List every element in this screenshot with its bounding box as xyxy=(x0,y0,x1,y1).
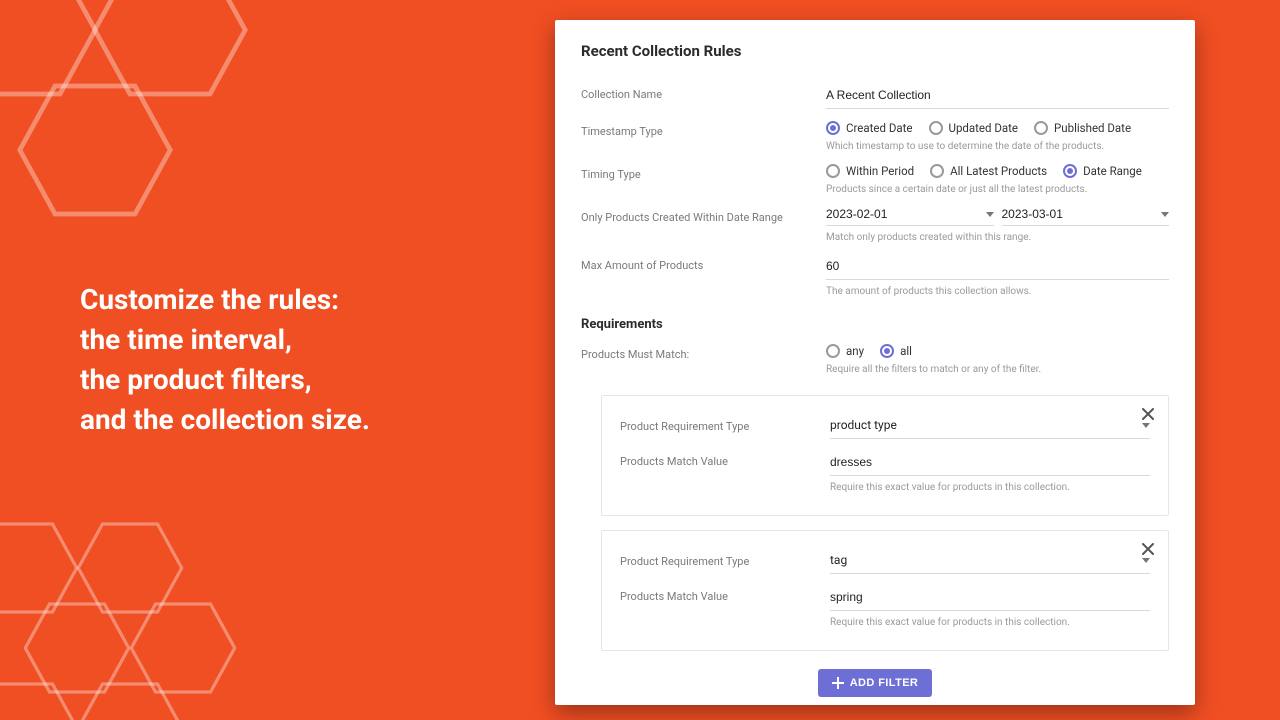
plus-icon xyxy=(832,677,844,689)
filter-value-help: Require this exact value for products in… xyxy=(830,617,1150,628)
radio-dot-icon xyxy=(826,121,840,135)
radio-within-period[interactable]: Within Period xyxy=(826,164,914,178)
filter-value-help: Require this exact value for products in… xyxy=(830,482,1150,493)
date-from-field[interactable] xyxy=(826,207,994,226)
timing-type-radios: Within Period All Latest Products Date R… xyxy=(826,164,1169,178)
radio-published-date[interactable]: Published Date xyxy=(1034,121,1131,135)
close-icon xyxy=(1140,541,1156,557)
chevron-down-icon xyxy=(1142,558,1150,563)
max-products-label: Max Amount of Products xyxy=(581,255,826,272)
timestamp-type-label: Timestamp Type xyxy=(581,121,826,138)
timestamp-type-help: Which timestamp to use to determine the … xyxy=(826,141,1169,152)
collection-name-label: Collection Name xyxy=(581,84,826,101)
collection-name-input[interactable] xyxy=(826,84,1169,109)
promo-line: Customize the rules: xyxy=(80,280,370,320)
panel-title: Recent Collection Rules xyxy=(581,42,1169,60)
promo-line: and the collection size. xyxy=(80,400,370,440)
filter-type-select[interactable]: product type xyxy=(830,416,1150,439)
radio-dot-icon xyxy=(929,121,943,135)
radio-date-range[interactable]: Date Range xyxy=(1063,164,1142,178)
radio-created-date[interactable]: Created Date xyxy=(826,121,913,135)
requirements-title: Requirements xyxy=(581,317,1169,332)
radio-match-all[interactable]: all xyxy=(880,344,912,358)
remove-filter-button[interactable] xyxy=(1140,541,1156,557)
radio-all-latest[interactable]: All Latest Products xyxy=(930,164,1047,178)
filter-type-label: Product Requirement Type xyxy=(620,416,830,433)
promo-line: the product filters, xyxy=(80,360,370,400)
chevron-down-icon xyxy=(1142,423,1150,428)
radio-dot-icon xyxy=(1063,164,1077,178)
radio-dot-icon xyxy=(880,344,894,358)
date-to-field[interactable] xyxy=(1002,207,1170,226)
add-filter-label: ADD FILTER xyxy=(850,677,919,689)
chevron-down-icon xyxy=(986,212,994,217)
radio-dot-icon xyxy=(826,164,840,178)
timestamp-type-radios: Created Date Updated Date Published Date xyxy=(826,121,1169,135)
close-icon xyxy=(1140,406,1156,422)
promo-line: the time interval, xyxy=(80,320,370,360)
filter-type-select[interactable]: tag xyxy=(830,551,1150,574)
date-from-input[interactable] xyxy=(826,207,982,221)
filter-type-value: tag xyxy=(830,553,1138,567)
timing-type-help: Products since a certain date or just al… xyxy=(826,184,1169,195)
date-range-help: Match only products created within this … xyxy=(826,232,1169,243)
max-products-input[interactable] xyxy=(826,255,1169,280)
filter-type-label: Product Requirement Type xyxy=(620,551,830,568)
add-filter-button[interactable]: ADD FILTER xyxy=(818,669,933,697)
radio-updated-date[interactable]: Updated Date xyxy=(929,121,1019,135)
rules-panel: Recent Collection Rules Collection Name … xyxy=(555,20,1195,705)
match-radios: any all xyxy=(826,344,1169,358)
filter-type-value: product type xyxy=(830,418,1138,432)
chevron-down-icon xyxy=(1161,212,1169,217)
filter-card: Product Requirement Type product type Pr… xyxy=(601,395,1169,516)
timing-type-label: Timing Type xyxy=(581,164,826,181)
filter-value-input[interactable] xyxy=(830,451,1150,476)
remove-filter-button[interactable] xyxy=(1140,406,1156,422)
date-to-input[interactable] xyxy=(1002,207,1158,221)
date-range-label: Only Products Created Within Date Range xyxy=(581,207,826,224)
max-products-help: The amount of products this collection a… xyxy=(826,286,1169,297)
radio-match-any[interactable]: any xyxy=(826,344,864,358)
match-help: Require all the filters to match or any … xyxy=(826,364,1169,375)
radio-dot-icon xyxy=(826,344,840,358)
filter-value-label: Products Match Value xyxy=(620,451,830,468)
products-must-match-label: Products Must Match: xyxy=(581,344,826,361)
filter-value-label: Products Match Value xyxy=(620,586,830,603)
filter-value-input[interactable] xyxy=(830,586,1150,611)
promo-text: Customize the rules: the time interval, … xyxy=(80,280,370,440)
radio-dot-icon xyxy=(1034,121,1048,135)
radio-dot-icon xyxy=(930,164,944,178)
filter-card: Product Requirement Type tag Products Ma… xyxy=(601,530,1169,651)
